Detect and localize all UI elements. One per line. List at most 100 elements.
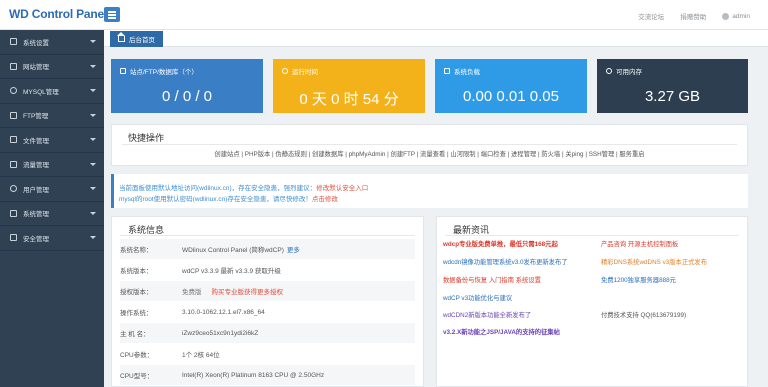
row-value: Intel(R) Xeon(R) Platinum 8163 CPU @ 2.5… — [182, 371, 325, 379]
user-icon — [722, 12, 730, 20]
row-value: 1个 2核 64位 — [182, 352, 220, 359]
sidebar: 系统设置 网站管理 MYSQL管理 FTP管理 文件管理 流量管理 用户管理 系… — [0, 30, 104, 387]
stat-label-text: 站点/FTP/数据库（个） — [130, 69, 198, 76]
news-panel: 最新资讯 wdcp专业版免费单推，最低只需168元起 产品咨询 开源主机控制面板… — [436, 216, 748, 387]
chart-icon — [10, 160, 17, 168]
sidebar-item-label: 安全管理 — [23, 235, 49, 243]
stat-label-text: 可用内存 — [616, 69, 642, 76]
sidebar-item-users[interactable]: 用户管理 — [0, 177, 104, 202]
forum-link[interactable]: 交流论坛 — [638, 11, 664, 21]
news-item[interactable]: 精彩DNS系统wdDNS v3版本正式发布 — [601, 257, 707, 266]
news-item[interactable]: 免费1200独享服务器888元 — [601, 275, 676, 284]
wrench-icon — [10, 209, 17, 217]
news-item[interactable]: 产品咨询 开源主机控制面板 — [601, 239, 678, 248]
news-item[interactable]: wdCP v3功能优化与建议 — [443, 293, 512, 302]
row-key: CPU型号： — [120, 373, 154, 380]
settings-icon — [10, 38, 17, 46]
warning-line-2: mysql的root使用默认密码(wdlinux.cn)存在安全隐患，请尽快修改… — [119, 193, 338, 203]
modify-password-link[interactable]: 点击修改 — [312, 196, 338, 203]
sidebar-item-security[interactable]: 安全管理 — [0, 226, 104, 251]
tab-home[interactable]: 后台首页 — [110, 31, 163, 47]
system-info-row: 系统名称： WDlinux Control Panel (简称wdCP) 更多 — [120, 239, 415, 259]
row-key: 系统名称： — [120, 247, 153, 254]
stat-value: 0.00 0.01 0.05 — [463, 88, 559, 105]
sidebar-item-system-settings[interactable]: 系统设置 — [0, 30, 104, 55]
chevron-down-icon — [90, 187, 96, 190]
stat-card-uptime: 运行时间 0 天 0 时 54 分 — [273, 59, 425, 113]
row-value: 免费版 — [182, 289, 202, 296]
chevron-down-icon — [90, 138, 96, 141]
modify-entry-link[interactable]: 修改默认安全入口 — [316, 185, 368, 192]
clock-icon — [282, 68, 288, 74]
database-icon — [10, 87, 17, 95]
more-link[interactable]: 更多 — [287, 244, 300, 254]
chevron-down-icon — [90, 40, 96, 43]
system-info-row: 操作系统： 3.10.0-1062.12.1.el7.x86_64 — [120, 302, 415, 322]
system-info-row: 授权版本： 免费版 购买专业版获得更多授权 — [120, 281, 415, 301]
sidebar-item-mysql[interactable]: MYSQL管理 — [0, 79, 104, 104]
top-links: 交流论坛 捐赠赞助 admin — [638, 11, 750, 21]
quick-actions-links[interactable]: 创建站点 | PHP版本 | 伪静态规则 | 创建数据库 | phpMyAdmi… — [112, 149, 747, 158]
menu-toggle-button[interactable] — [104, 7, 120, 22]
row-value: wdCP v3.3.9 最新 v3.3.9 获取升级 — [182, 268, 281, 275]
sidebar-item-label: 系统管理 — [23, 211, 49, 219]
divider — [122, 144, 737, 145]
user-menu[interactable]: admin — [722, 11, 750, 21]
sidebar-item-label: 网站管理 — [23, 64, 49, 72]
chevron-down-icon — [90, 89, 96, 92]
news-item[interactable]: wdcp专业版免费单推，最低只需168元起 — [443, 239, 558, 248]
sidebar-item-label: 用户管理 — [23, 186, 49, 194]
stat-value: 3.27 GB — [644, 88, 701, 105]
divider — [120, 235, 415, 236]
sidebar-item-system-management[interactable]: 系统管理 — [0, 202, 104, 226]
stat-cards: 站点/FTP/数据库（个） 0 / 0 / 0 运行时间 0 天 0 时 54 … — [111, 59, 748, 113]
brand-logo[interactable]: WD Control Panel — [9, 7, 107, 21]
home-icon — [117, 32, 125, 42]
bolt-icon — [444, 68, 450, 74]
chevron-down-icon — [90, 236, 96, 239]
sidebar-item-label: FTP管理 — [23, 113, 49, 121]
stat-label: 系统负载 — [444, 66, 480, 76]
news-item[interactable]: v3.2.X新功能之JSP/JAVA的支持的征集帖 — [443, 327, 560, 336]
system-info-row: 主 机 名： iZwz9ceo51xc9n1ydi2i6kZ — [120, 323, 415, 343]
stat-card-load: 系统负载 0.00 0.01 0.05 — [435, 59, 587, 113]
sidebar-item-files[interactable]: 文件管理 — [0, 128, 104, 153]
warning-text: mysql的root使用默认密码(wdlinux.cn)存在安全隐患，请尽快修改… — [119, 196, 312, 203]
monitor-icon — [10, 62, 17, 70]
system-info-row: CPU参数： 1个 2核 64位 — [120, 344, 415, 364]
warning-accent-bar — [111, 174, 114, 208]
quick-actions-title: 快捷操作 — [128, 133, 165, 143]
row-key: 主 机 名： — [120, 331, 150, 338]
chevron-down-icon — [90, 211, 96, 215]
news-item[interactable]: 数据备份与恢复 入门指南 系统设置 — [443, 275, 541, 284]
stat-label: 可用内存 — [606, 66, 642, 76]
memory-icon — [606, 68, 612, 74]
row-key: 系统版本： — [120, 268, 153, 275]
warning-line-1: 当前面板使用默认地址访问(wdlinux.cn)，存在安全隐患，强烈建议：修改默… — [119, 182, 368, 192]
donate-link[interactable]: 捐赠赞助 — [680, 11, 706, 21]
stat-value: 0 天 0 时 54 分 — [299, 91, 399, 108]
sidebar-item-ftp[interactable]: FTP管理 — [0, 104, 104, 128]
stat-label: 站点/FTP/数据库（个） — [120, 66, 198, 76]
sidebar-item-label: MYSQL管理 — [23, 88, 59, 96]
sidebar-item-label: 系统设置 — [23, 39, 49, 47]
top-bar: WD Control Panel 交流论坛 捐赠赞助 admin — [0, 0, 768, 30]
stat-label-text: 系统负载 — [454, 69, 480, 76]
support-qq-link[interactable]: 付费技术支持 QQ(613679199) — [601, 310, 686, 319]
shield-icon — [10, 234, 17, 242]
stat-label: 运行时间 — [282, 66, 318, 76]
news-item[interactable]: wdCDN2新版本功能全新发布了 — [443, 310, 531, 319]
stat-value: 0 / 0 / 0 — [161, 88, 213, 105]
news-item[interactable]: wdcdn镜像功能管理系统v3.0发布更新发布了 — [443, 257, 568, 266]
server-icon — [120, 68, 126, 74]
ftp-icon — [10, 111, 17, 119]
system-info-panel: 系统信息 系统名称： WDlinux Control Panel (简称wdCP)… — [111, 216, 424, 387]
row-key: 操作系统： — [120, 310, 153, 317]
user-icon — [10, 185, 17, 193]
sidebar-item-site-management[interactable]: 网站管理 — [0, 55, 104, 79]
sidebar-item-traffic[interactable]: 流量管理 — [0, 153, 104, 177]
chevron-down-icon — [90, 162, 96, 166]
upgrade-link[interactable]: 购买专业版获得更多授权 — [212, 286, 284, 296]
row-key: 授权版本： — [120, 289, 153, 296]
sidebar-item-label: 文件管理 — [23, 137, 49, 145]
